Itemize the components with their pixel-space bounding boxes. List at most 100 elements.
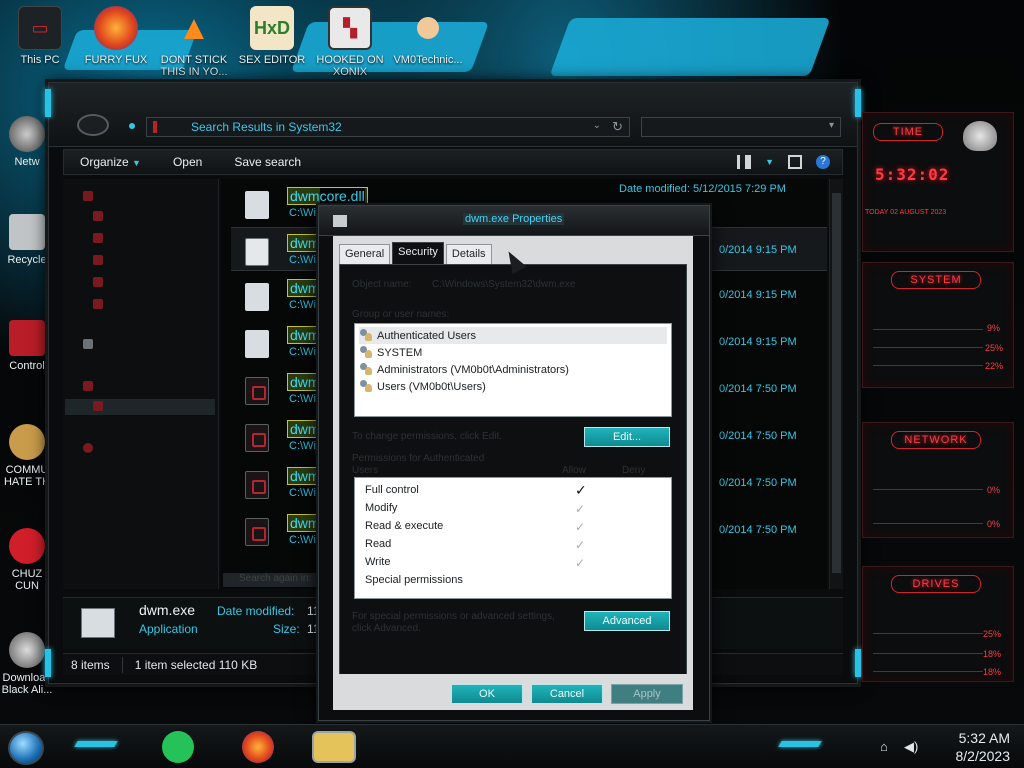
preview-pane-icon[interactable] [788,155,802,169]
taskbar-firefox-icon[interactable] [242,731,274,763]
chevron-down-icon[interactable]: ⌄ [593,120,601,131]
address-bar[interactable]: Search Results in System32 ⌄ ↻ [146,117,630,137]
homegroup-icon [83,339,93,349]
tab-security[interactable]: Security [392,242,444,264]
wallpaper-stroke [549,18,831,76]
dialog-titlebar[interactable]: dwm.exe Properties [319,206,709,236]
drive-bar-1 [873,633,983,634]
taskbar-clock[interactable]: 5:32 AM 8/2/2023 [956,729,1011,765]
address-text: Search Results in System32 [191,120,342,134]
perm-row-special: Special permissions [365,574,463,586]
file-list-scrollbar[interactable] [829,179,843,589]
view-options-icon[interactable] [737,155,752,169]
advanced-button[interactable]: Advanced [584,611,670,631]
dll-file-icon [245,191,269,219]
desktop-icon-control-panel[interactable]: Control [0,320,54,372]
desktop-icon-xonix[interactable]: ▚ HOOKED ON XONIX [312,6,388,78]
desktop-icon-chuz[interactable]: CHUZ CUN [0,528,54,592]
scrollbar-thumb[interactable] [832,193,841,573]
allow-header: Allow [562,465,586,476]
volume-icon[interactable]: ◀) [904,739,918,755]
tab-details[interactable]: Details [445,244,492,264]
desktop-icon-network[interactable]: Netw [0,116,54,168]
user-row-system[interactable]: SYSTEM [359,344,667,361]
chevron-down-icon[interactable]: ▼ [765,157,774,167]
permissions-for-label: Permissions for Authenticated [352,453,485,464]
time-gadget: TIME 5:32:02 TODAY 02 AUGUST 2023 [862,112,1014,252]
nav-favorites[interactable] [83,191,93,201]
taskbar-explorer-icon[interactable] [312,731,356,763]
checkmark-icon: ✓ [575,520,586,534]
nav-this-pc[interactable] [83,381,93,391]
search-input[interactable]: ▾ [641,117,841,137]
item-count: 8 items [71,657,110,672]
nav-item[interactable] [93,211,103,221]
tab-general[interactable]: General [339,244,391,264]
checkmark-icon: ✓ [575,482,587,498]
nav-item[interactable] [93,233,103,243]
edit-button[interactable]: Edit... [584,427,670,447]
desktop-icon-this-pc[interactable]: ▭ This PC [2,6,78,66]
user-row-administrators[interactable]: Administrators (VM0b0t\Administrators) [359,361,667,378]
open-button[interactable]: Open [157,155,218,169]
help-icon[interactable]: ? [816,155,830,169]
checkmark-icon: ✓ [575,538,586,552]
back-forward-icon[interactable] [77,114,109,136]
network-icon [83,443,93,453]
object-name-value: C:\Windows\System32\dwm.exe [432,279,576,290]
group-label: Group or user names: [352,309,450,320]
red-file-icon [245,471,269,499]
history-dot-icon [129,123,135,129]
system-bar-1 [873,329,983,330]
search-again-bar[interactable]: Search again in: [223,573,333,587]
refresh-icon[interactable]: ↻ [612,119,623,135]
money-bag-icon [9,424,45,460]
red-file-icon [245,377,269,405]
save-search-button[interactable]: Save search [218,155,317,169]
nav-item[interactable] [93,299,103,309]
desktop-icon-hxd[interactable]: HxD SEX EDITOR [234,6,310,66]
desktop-icon-community[interactable]: COMMU HATE TH [0,424,54,488]
start-button[interactable] [8,731,44,765]
desktop-icon-recycle-bin[interactable]: Recycle [0,214,54,266]
system-bar-3 [873,365,983,366]
alien-icon [9,632,45,668]
exe-file-icon [245,238,269,266]
firefox-icon [94,6,138,50]
nav-homegroup[interactable] [83,339,93,349]
chuz-icon [9,528,45,564]
explorer-titlebar: Search Results in System32 ⌄ ↻ ▾ [49,83,857,147]
checkmark-icon: ✓ [575,556,586,570]
organize-button[interactable]: Organize ▼ [64,155,157,169]
taskbar: ⌂ ◀) 5:32 AM 8/2/2023 [0,724,1024,768]
perm-row-write: Write ✓ [365,556,586,570]
file-icon [333,215,347,227]
object-name-label: Object name: [352,279,412,290]
user-row-users[interactable]: Users (VM0b0t\Users) [359,378,667,395]
desktop-icon-vlc[interactable]: ▲ DONT STICK THIS IN YO... [156,6,232,78]
network-tray-icon[interactable]: ⌂ [880,739,888,754]
nav-item[interactable] [93,277,103,287]
user-group-icon [359,363,373,376]
cancel-button[interactable]: Cancel [531,684,603,704]
taskbar-feedly-icon[interactable] [162,731,194,763]
perm-row-full-control: Full control ✓ [365,482,587,498]
chevron-down-icon[interactable]: ▾ [829,120,834,131]
nav-network[interactable] [83,443,93,453]
clock-time: 5:32 AM [958,730,1010,746]
system-gadget: SYSTEM 9% 25% 22% [862,262,1014,388]
desktop-icon-furry-fux[interactable]: FURRY FUX [78,6,154,66]
deny-header: Deny [622,465,646,476]
time-gadget-title: TIME [873,123,943,141]
ok-button[interactable]: OK [451,684,523,704]
user-row-authenticated-users[interactable]: Authenticated Users [359,327,667,344]
doctor-icon [406,6,450,50]
desktop-icon-vm0technic[interactable]: VM0Technic... [390,6,466,66]
nav-local-disk[interactable] [93,401,103,411]
drive-bar-3 [873,671,983,672]
gadget-panel: TIME 5:32:02 TODAY 02 AUGUST 2023 SYSTEM… [858,86,1024,682]
nav-local-disk-selected[interactable] [65,399,215,415]
nav-item[interactable] [93,255,103,265]
apply-button[interactable]: Apply [611,684,683,704]
system-bar-2 [873,347,983,348]
